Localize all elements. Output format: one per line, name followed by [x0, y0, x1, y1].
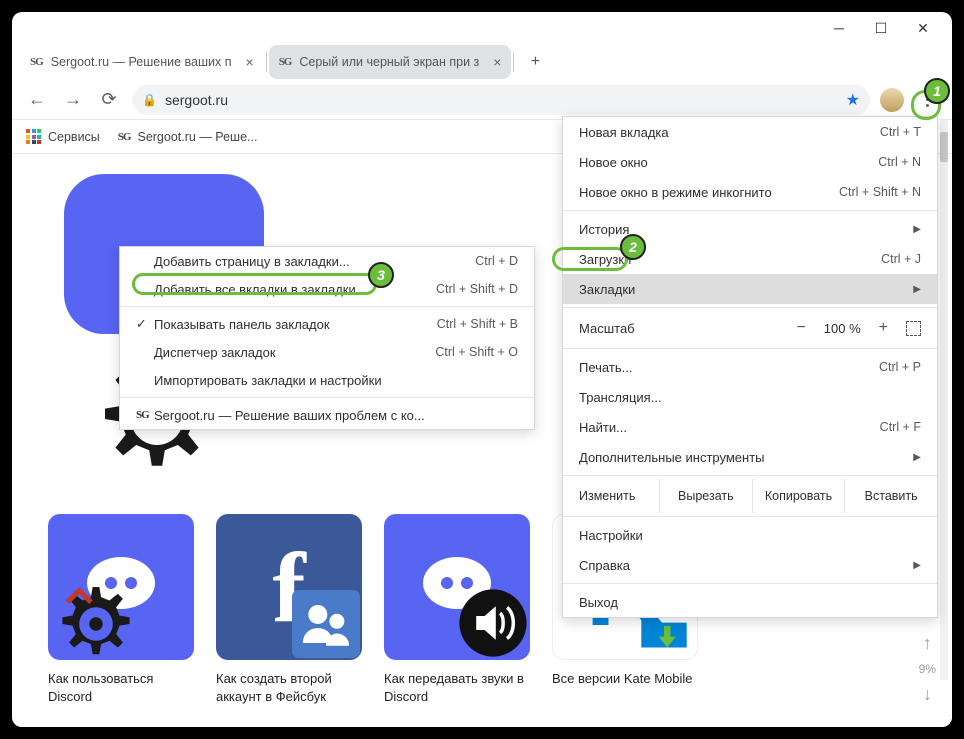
chevron-right-icon: ▶ — [913, 560, 921, 571]
fullscreen-button[interactable] — [906, 321, 921, 336]
menu-edit-row: Изменить Вырезать Копировать Вставить — [563, 479, 937, 513]
annotation-outline-2 — [552, 247, 628, 271]
article-tile[interactable]: Как передавать звуки в Discord — [384, 514, 530, 705]
apps-grid-icon — [26, 129, 41, 144]
menu-find[interactable]: Найти...Ctrl + F — [563, 412, 937, 442]
check-icon: ✓ — [136, 316, 154, 332]
scroll-percent: 9% — [919, 662, 936, 676]
bookmark-item[interactable]: SG Sergoot.ru — Реше... — [118, 130, 258, 144]
titlebar: ─ ☐ ✕ — [12, 12, 952, 44]
copy-button[interactable]: Копировать — [752, 479, 845, 513]
paste-button[interactable]: Вставить — [844, 479, 937, 513]
menu-new-tab[interactable]: Новая вкладкаCtrl + T — [563, 117, 937, 147]
annotation-2: 2 — [620, 234, 646, 260]
menu-bookmarks[interactable]: Закладки▶ — [563, 274, 937, 304]
tab-strip: SG Sergoot.ru — Решение ваших п × SG Сер… — [12, 44, 952, 80]
gear-overlay-icon — [54, 582, 138, 660]
tab-separator — [513, 52, 514, 72]
submenu-recent-bookmark[interactable]: SGSergoot.ru — Решение ваших проблем с к… — [120, 401, 534, 429]
menu-settings[interactable]: Настройки — [563, 520, 937, 550]
address-bar[interactable]: 🔒 sergoot.ru ★ — [132, 85, 870, 115]
chevron-right-icon: ▶ — [913, 452, 921, 463]
menu-incognito[interactable]: Новое окно в режиме инкогнитоCtrl + Shif… — [563, 177, 937, 207]
menu-new-window[interactable]: Новое окноCtrl + N — [563, 147, 937, 177]
favicon-icon: SG — [30, 56, 43, 68]
annotation-1: 1 — [924, 78, 950, 104]
favicon-icon: SG — [118, 131, 131, 143]
scroll-down-icon[interactable]: ↓ — [923, 684, 932, 705]
tile-label: Как создать второй аккаунт в Фейсбук — [216, 670, 362, 705]
new-tab-button[interactable]: + — [522, 49, 548, 75]
tab-title: Серый или черный экран при з — [299, 55, 479, 69]
maximize-button[interactable]: ☐ — [860, 13, 902, 43]
submenu-add-page[interactable]: Добавить страницу в закладки...Ctrl + D — [120, 247, 534, 275]
favicon-icon: SG — [136, 409, 154, 421]
scroll-hints: ↑ 9% ↓ — [919, 633, 936, 705]
submenu-import[interactable]: Импортировать закладки и настройки — [120, 366, 534, 394]
profile-avatar[interactable] — [880, 88, 904, 112]
tile-label: Как передавать звуки в Discord — [384, 670, 530, 705]
bookmark-label: Sergoot.ru — Реше... — [137, 130, 257, 144]
menu-zoom: Масштаб − 100 % + — [563, 311, 937, 345]
sound-icon — [458, 588, 528, 658]
menu-help[interactable]: Справка▶ — [563, 550, 937, 580]
reload-button[interactable]: ⟳ — [96, 87, 122, 113]
menu-cast[interactable]: Трансляция... — [563, 382, 937, 412]
tile-label: Как пользоваться Discord — [48, 670, 194, 705]
menu-exit[interactable]: Выход — [563, 587, 937, 617]
browser-window: ─ ☐ ✕ SG Sergoot.ru — Решение ваших п × … — [12, 12, 952, 727]
tab-separator — [266, 52, 267, 72]
nav-toolbar: ← → ⟳ 🔒 sergoot.ru ★ — [12, 80, 952, 120]
tile-thumb: f — [216, 514, 362, 660]
lock-icon: 🔒 — [142, 93, 157, 107]
zoom-value: 100 % — [824, 321, 861, 336]
annotation-3: 3 — [368, 262, 394, 288]
close-button[interactable]: ✕ — [902, 13, 944, 43]
bookmarks-bar-label: Сервисы — [48, 130, 100, 144]
bookmark-star-icon[interactable]: ★ — [846, 90, 860, 110]
menu-print[interactable]: Печать...Ctrl + P — [563, 352, 937, 382]
annotation-outline-3 — [132, 273, 377, 295]
article-tile[interactable]: Как пользоваться Discord — [48, 514, 194, 705]
tab-title: Sergoot.ru — Решение ваших п — [51, 55, 232, 69]
minimize-button[interactable]: ─ — [818, 13, 860, 43]
menu-more-tools[interactable]: Дополнительные инструменты▶ — [563, 442, 937, 472]
tab-1[interactable]: SG Sergoot.ru — Решение ваших п × — [20, 45, 264, 79]
article-tile[interactable]: f Как создать второй аккаунт в Фейсбук — [216, 514, 362, 705]
people-icon — [292, 590, 360, 658]
chevron-right-icon: ▶ — [913, 284, 921, 295]
back-button[interactable]: ← — [24, 87, 50, 113]
menu-history[interactable]: История▶ — [563, 214, 937, 244]
scroll-up-icon[interactable]: ↑ — [923, 633, 932, 654]
zoom-out-button[interactable]: − — [796, 319, 805, 337]
submenu-bookmark-manager[interactable]: Диспетчер закладокCtrl + Shift + O — [120, 338, 534, 366]
tile-label: Все версии Kate Mobile — [552, 670, 698, 688]
url-text: sergoot.ru — [165, 92, 228, 108]
forward-button[interactable]: → — [60, 87, 86, 113]
vertical-scrollbar[interactable] — [940, 120, 948, 680]
tile-thumb — [384, 514, 530, 660]
tab-close-icon[interactable]: × — [493, 54, 501, 70]
browser-main-menu: Новая вкладкаCtrl + T Новое окноCtrl + N… — [562, 116, 938, 618]
tab-close-icon[interactable]: × — [246, 54, 254, 70]
zoom-in-button[interactable]: + — [879, 319, 888, 337]
submenu-show-bar[interactable]: ✓Показывать панель закладокCtrl + Shift … — [120, 310, 534, 338]
favicon-icon: SG — [279, 56, 292, 68]
chevron-right-icon: ▶ — [913, 224, 921, 235]
tile-thumb — [48, 514, 194, 660]
tab-2[interactable]: SG Серый или черный экран при з × — [269, 45, 512, 79]
cut-button[interactable]: Вырезать — [659, 479, 752, 513]
apps-shortcut[interactable]: Сервисы — [26, 129, 100, 144]
zoom-label: Масштаб — [579, 321, 635, 336]
edit-label: Изменить — [579, 489, 659, 503]
scrollbar-thumb[interactable] — [940, 132, 948, 162]
